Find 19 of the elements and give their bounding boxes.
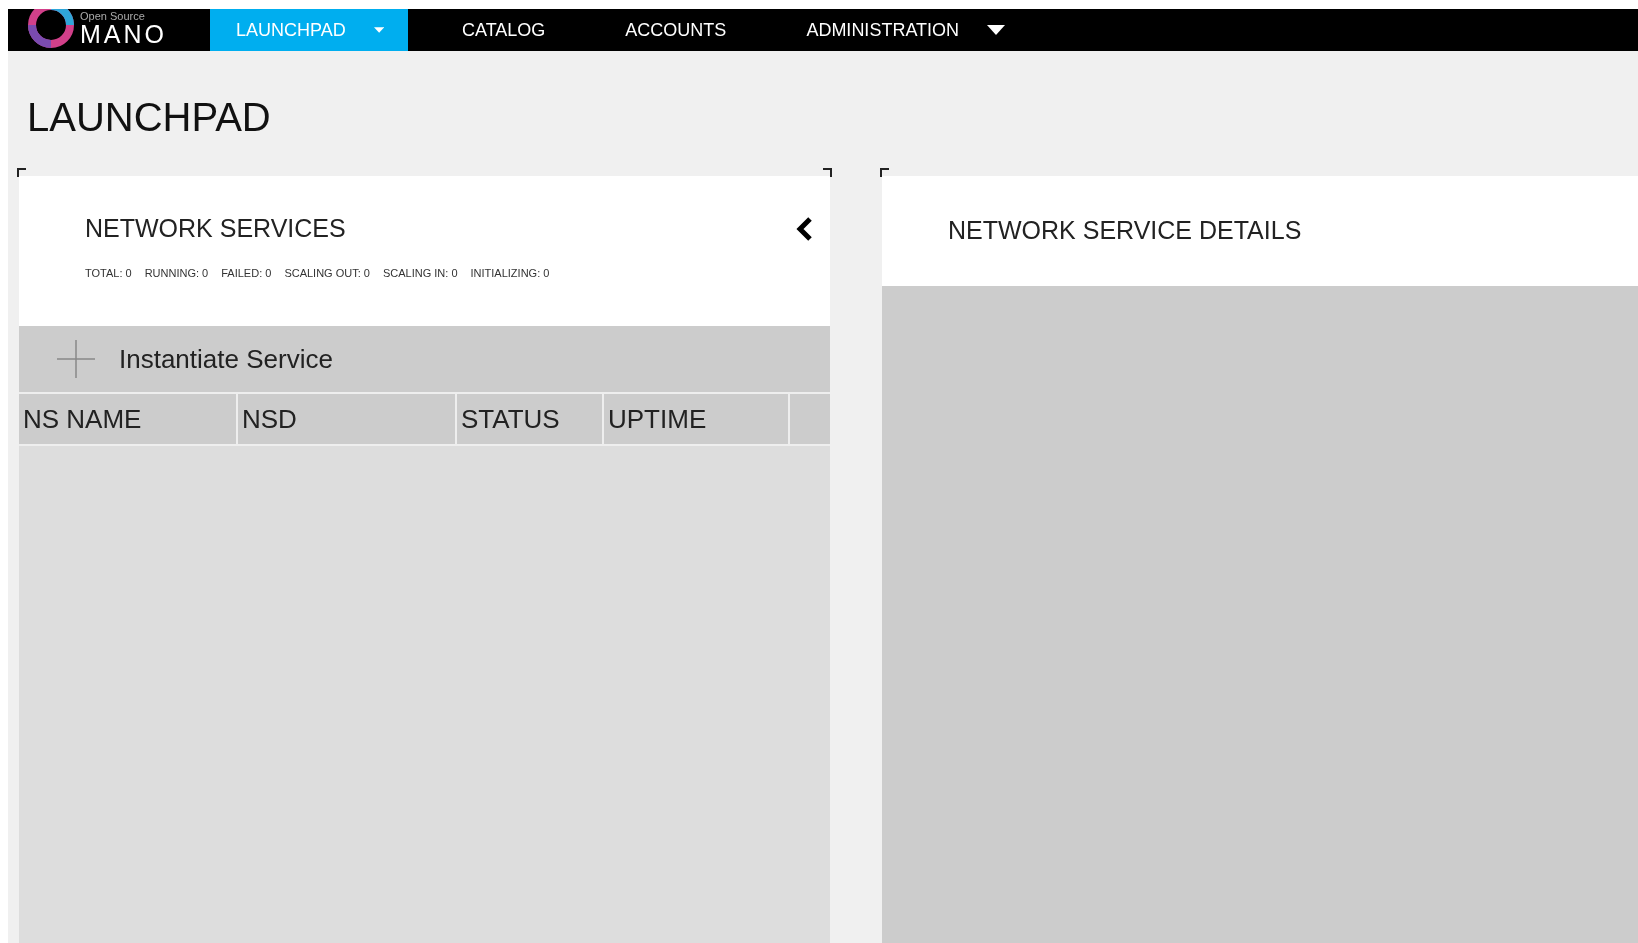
column-header[interactable]: NSD [238,394,457,444]
status-count: SCALING OUT: 0 [284,267,370,279]
status-count: SCALING IN: 0 [382,267,458,279]
status-count: FAILED: 0 [221,267,272,279]
page-title: LAUNCHPAD [8,51,1638,176]
status-count: RUNNING: 0 [144,267,209,279]
logo-icon [28,9,74,48]
column-header[interactable]: UPTIME [604,394,790,444]
logo-tagline: Open Source [80,11,146,22]
panel-title: NETWORK SERVICE DETAILS [948,216,1302,244]
status-count: INITIALIZING: 0 [470,267,550,279]
column-header[interactable]: NS NAME [19,394,238,444]
panel-title: NETWORK SERVICES [85,214,346,243]
collapse-icon[interactable] [796,216,814,241]
logo-name: MANO [80,22,167,47]
status-count: TOTAL: 0 [85,267,132,279]
instantiate-service-button[interactable]: Instantiate Service [19,326,830,392]
plus-icon [57,340,95,378]
column-header[interactable]: STATUS [457,394,604,444]
